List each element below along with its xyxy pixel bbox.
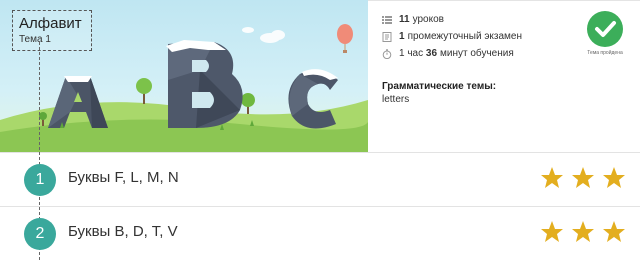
star-icon — [572, 221, 594, 242]
time-minutes: 36 — [425, 48, 438, 59]
lesson-row-1[interactable]: 1 Буквы F, L, M, N — [0, 152, 640, 208]
tree-icon — [136, 78, 152, 104]
star-icon — [572, 167, 594, 188]
cloud-icon — [260, 30, 285, 43]
status-label: Тема пройдена — [587, 50, 623, 56]
stopwatch-icon — [382, 48, 392, 59]
star-icon — [603, 221, 625, 242]
grammar-value: letters — [382, 94, 410, 105]
lesson-number-badge: 2 — [24, 218, 56, 250]
star-icon — [541, 221, 563, 242]
letter-c-shape — [288, 69, 338, 129]
list-icon — [382, 15, 392, 24]
exam-icon — [382, 31, 392, 42]
star-icon — [603, 167, 625, 188]
course-subtitle: Тема 1 — [19, 34, 51, 45]
lesson-row-2[interactable]: 2 Буквы B, D, T, V — [0, 207, 640, 260]
completed-status-icon — [587, 11, 623, 47]
grammar-title: Грамматические темы: — [382, 81, 497, 92]
lesson-rating — [540, 166, 633, 190]
course-title-box: Алфавит Тема 1 — [12, 10, 92, 51]
time-hours-label: час — [407, 48, 424, 59]
exam-count: 1 — [399, 31, 405, 42]
exam-row: 1 промежуточный экзамен — [382, 29, 522, 44]
course-info-panel: 11 уроков 1 промежуточный экзамен 1 час … — [368, 0, 640, 152]
course-page: Алфавит Тема 1 11 уроков 1 промежуточный… — [0, 0, 640, 260]
course-banner: Алфавит Тема 1 — [0, 0, 368, 152]
checkmark-icon — [595, 21, 616, 37]
lessons-label: уроков — [412, 14, 444, 25]
time-minutes-label: минут обучения — [440, 48, 514, 59]
lesson-rating — [540, 220, 633, 244]
balloon-icon — [337, 24, 353, 53]
lesson-title: Буквы F, L, M, N — [68, 169, 179, 186]
exam-label: промежуточный экзамен — [407, 31, 523, 42]
time-row: 1 час 36 минут обучения — [382, 46, 514, 61]
lessons-count: 11 — [399, 14, 410, 25]
lesson-title: Буквы B, D, T, V — [68, 223, 178, 240]
time-hours: 1 — [399, 48, 405, 59]
lessons-count-row: 11 уроков — [382, 12, 444, 27]
course-title: Алфавит — [19, 15, 82, 32]
letter-b-shape — [166, 40, 243, 128]
lesson-number-badge: 1 — [24, 164, 56, 196]
star-icon — [541, 167, 563, 188]
